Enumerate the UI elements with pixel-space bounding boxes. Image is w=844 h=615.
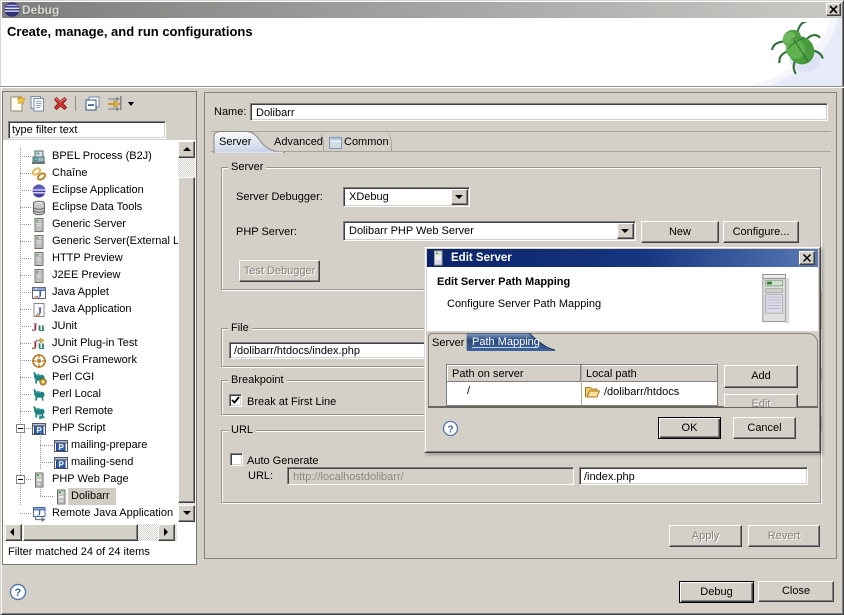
svg-text:J: J [37, 509, 41, 518]
svg-text:P: P [59, 443, 65, 452]
svg-text:?: ? [15, 587, 22, 599]
svg-text:J: J [32, 320, 38, 334]
svg-text:J: J [37, 290, 42, 301]
svg-text:P: P [59, 460, 65, 469]
svg-text:u: u [38, 320, 45, 334]
svg-text:?: ? [448, 425, 454, 436]
